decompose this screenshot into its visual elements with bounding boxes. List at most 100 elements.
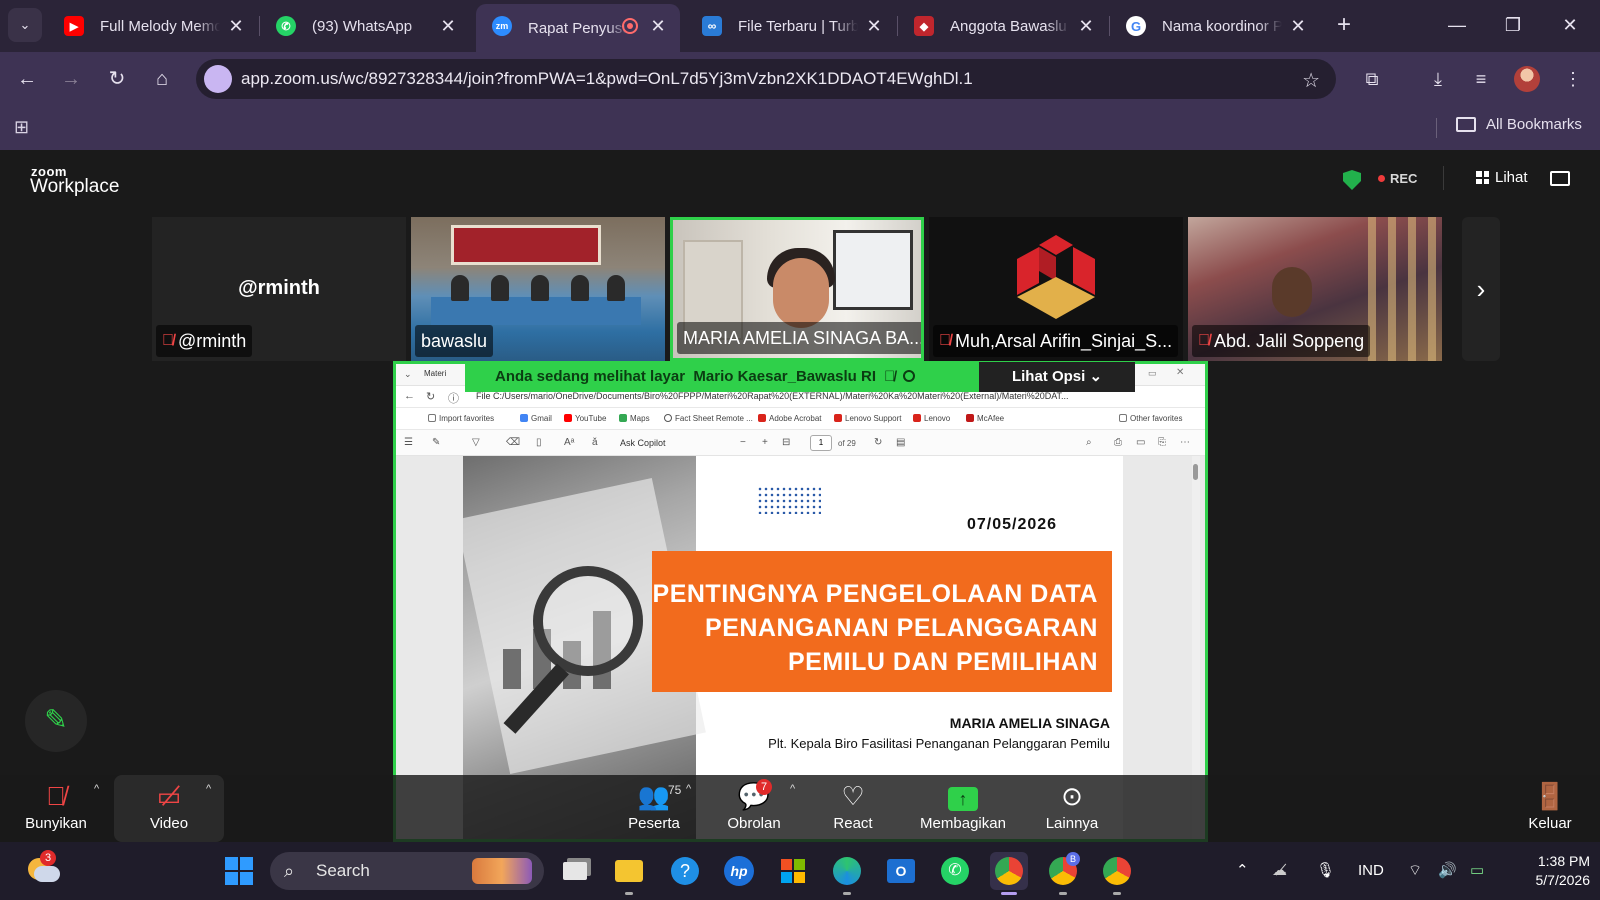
react-button[interactable]: ♡ React: [820, 775, 886, 842]
browser-tab[interactable]: ◆ Anggota Bawaslu S ✕: [898, 8, 1108, 44]
show-hidden-icons-chevron[interactable]: ⌃: [1236, 842, 1249, 900]
next-page-chevron-icon[interactable]: ›: [1462, 217, 1500, 361]
screen-share-banner: Anda sedang melihat layar Mario Kaesar_B…: [465, 362, 979, 392]
url-text[interactable]: app.zoom.us/wc/8927328344/join?fromPWA=1…: [241, 69, 973, 89]
muted-mic-icon: 🎙̸: [939, 332, 951, 349]
start-button[interactable]: [220, 852, 258, 890]
download-icon[interactable]: ⤓: [1423, 64, 1453, 94]
slide-presenter-name: MARIA AMELIA SINAGA: [949, 715, 1110, 731]
chat-badge: 7: [756, 779, 772, 795]
participant-name: MARIA AMELIA SINAGA BA...: [677, 322, 921, 354]
browser-tab[interactable]: G Nama koordinor P ✕: [1110, 8, 1320, 44]
chat-button[interactable]: 💬 Obrolan 7 ^: [718, 775, 795, 842]
audio-options-caret-icon[interactable]: ^: [94, 783, 99, 795]
close-icon[interactable]: ✕: [1288, 16, 1308, 36]
extensions-icon[interactable]: ⧉: [1357, 64, 1387, 94]
youtube-icon: ▶: [64, 16, 84, 36]
chat-icon: 💬: [737, 781, 771, 811]
apps-grid-icon[interactable]: ⊞: [14, 116, 36, 138]
view-options-button[interactable]: Lihat Opsi ⌄: [979, 362, 1135, 392]
windows-logo-icon: [225, 857, 253, 885]
taskbar-clock[interactable]: 1:38 PM 5/7/2026: [1500, 852, 1591, 890]
browser-tab[interactable]: ∞ File Terbaru | Turbo ✕: [686, 8, 896, 44]
edge-browser-icon[interactable]: [828, 852, 866, 895]
file-explorer-icon[interactable]: [610, 852, 648, 895]
participant-tile[interactable]: @rminth 🎙̸ @rminth: [152, 217, 406, 361]
shared-screen: ⌄ Materi ▭ ✕ ← ↻ ⓘ File C:/Users/mario/O…: [393, 361, 1208, 842]
more-dots-icon: ⊙: [1061, 781, 1083, 811]
participant-name: 🎙̸ Muh,Arsal Arifin_Sinjai_S...: [933, 325, 1179, 357]
participants-button[interactable]: 👥 Peserta 75 ^: [614, 775, 694, 842]
leave-button[interactable]: 🚪 Keluar: [1524, 775, 1576, 842]
whatsapp-icon[interactable]: ✆: [936, 852, 974, 890]
video-button[interactable]: ▭̸ Video ^: [114, 775, 224, 842]
help-app-icon[interactable]: ?: [666, 852, 704, 890]
participants-caret-icon[interactable]: ^: [686, 783, 691, 795]
task-view-icon[interactable]: [556, 852, 594, 890]
restore-button[interactable]: ❐: [1495, 10, 1531, 40]
video-feed: [1272, 267, 1312, 317]
microphone-icon[interactable]: 🎙: [1316, 842, 1335, 900]
bookmark-star-icon[interactable]: ☆: [1302, 68, 1320, 93]
close-icon[interactable]: ✕: [1076, 16, 1096, 36]
minimize-button[interactable]: —: [1439, 10, 1475, 40]
volume-icon[interactable]: 🔊: [1438, 842, 1457, 900]
chrome-icon[interactable]: [990, 852, 1028, 895]
taskbar-search[interactable]: ⌕ Search: [270, 852, 544, 890]
onedrive-offline-icon[interactable]: ☁̸: [1272, 842, 1287, 900]
bookmarks-bar: ⊞ All Bookmarks: [0, 106, 1600, 150]
participant-tile-active-speaker[interactable]: MARIA AMELIA SINAGA BA...: [670, 217, 924, 361]
close-icon[interactable]: ✕: [864, 16, 884, 36]
chrome-profile-icon[interactable]: B: [1044, 852, 1082, 895]
unmute-button[interactable]: 🎙̸ Bunyikan: [18, 775, 94, 842]
close-icon[interactable]: ✕: [438, 16, 458, 36]
weather-widget-icon[interactable]: 3: [24, 850, 60, 886]
encryption-shield-icon[interactable]: [1343, 170, 1361, 190]
outlook-icon[interactable]: O: [882, 852, 920, 890]
input-language[interactable]: IND: [1358, 842, 1384, 900]
microphone-in-use-icon[interactable]: [204, 65, 232, 93]
address-bar[interactable]: app.zoom.us/wc/8927328344/join?fromPWA=1…: [196, 59, 1336, 99]
participant-tile[interactable]: 🎙̸ Abd. Jalil Soppeng: [1188, 217, 1442, 361]
media-controls-icon[interactable]: ≡: [1466, 64, 1496, 94]
back-button[interactable]: ←: [10, 62, 44, 96]
profile-avatar[interactable]: [1514, 66, 1540, 92]
participant-name: 🎙̸ Abd. Jalil Soppeng: [1192, 325, 1371, 357]
browser-tab[interactable]: ▶ Full Melody Memo ✕: [48, 8, 258, 44]
tab-search-button[interactable]: ⌄: [8, 8, 42, 42]
battery-icon[interactable]: ▭: [1470, 842, 1484, 900]
close-window-button[interactable]: ✕: [1552, 10, 1588, 40]
video-options-caret-icon[interactable]: ^: [206, 783, 211, 795]
browser-tab[interactable]: ✆ (93) WhatsApp ✕: [260, 8, 470, 44]
slide-title: PENTINGNYA PENGELOLAAN DATA PENANGANAN P…: [652, 551, 1112, 692]
forward-button[interactable]: →: [54, 62, 88, 96]
participant-tile[interactable]: 🎙̸ Muh,Arsal Arifin_Sinjai_S...: [929, 217, 1183, 361]
recording-indicator[interactable]: REC: [1378, 171, 1417, 186]
chrome-profile-icon[interactable]: [1098, 852, 1136, 895]
share-screen-button[interactable]: ↑ Membagikan: [914, 775, 1012, 842]
slide-date: 07/05/2026: [967, 516, 1058, 533]
wifi-icon[interactable]: ⌔: [1408, 842, 1422, 900]
hp-app-icon[interactable]: hp: [720, 852, 758, 890]
new-tab-button[interactable]: +: [1330, 12, 1358, 40]
close-icon[interactable]: ✕: [648, 16, 668, 36]
menu-icon[interactable]: ⋮: [1558, 64, 1588, 94]
all-bookmarks-button[interactable]: All Bookmarks: [1456, 116, 1582, 133]
participant-tile[interactable]: bawaslu: [411, 217, 665, 361]
home-button[interactable]: ⌂: [145, 62, 179, 96]
slide-presenter-role: Plt. Kepala Biro Fasilitasi Penanganan P…: [768, 736, 1110, 751]
muted-mic-icon: 🎙̸: [884, 368, 896, 385]
close-icon[interactable]: ✕: [226, 16, 246, 36]
more-button[interactable]: ⊙ Lainnya: [1040, 775, 1104, 842]
microsoft-store-icon[interactable]: [774, 852, 812, 890]
reload-button[interactable]: ↻: [100, 62, 134, 96]
recording-indicator-icon: [622, 18, 638, 34]
browser-tab-active[interactable]: zm Rapat Penyusu ✕: [476, 4, 680, 52]
chat-caret-icon[interactable]: ^: [790, 783, 795, 795]
zoom-logo-workplace: Workplace: [30, 176, 120, 197]
participant-name: bawaslu: [415, 325, 494, 357]
view-button[interactable]: Lihat: [1476, 169, 1528, 186]
annotate-pencil-icon[interactable]: ✎: [25, 690, 87, 752]
popout-window-icon[interactable]: [1550, 171, 1570, 186]
shared-browser-favorites: Import favorites Gmail YouTube Maps Fact…: [396, 408, 1205, 430]
